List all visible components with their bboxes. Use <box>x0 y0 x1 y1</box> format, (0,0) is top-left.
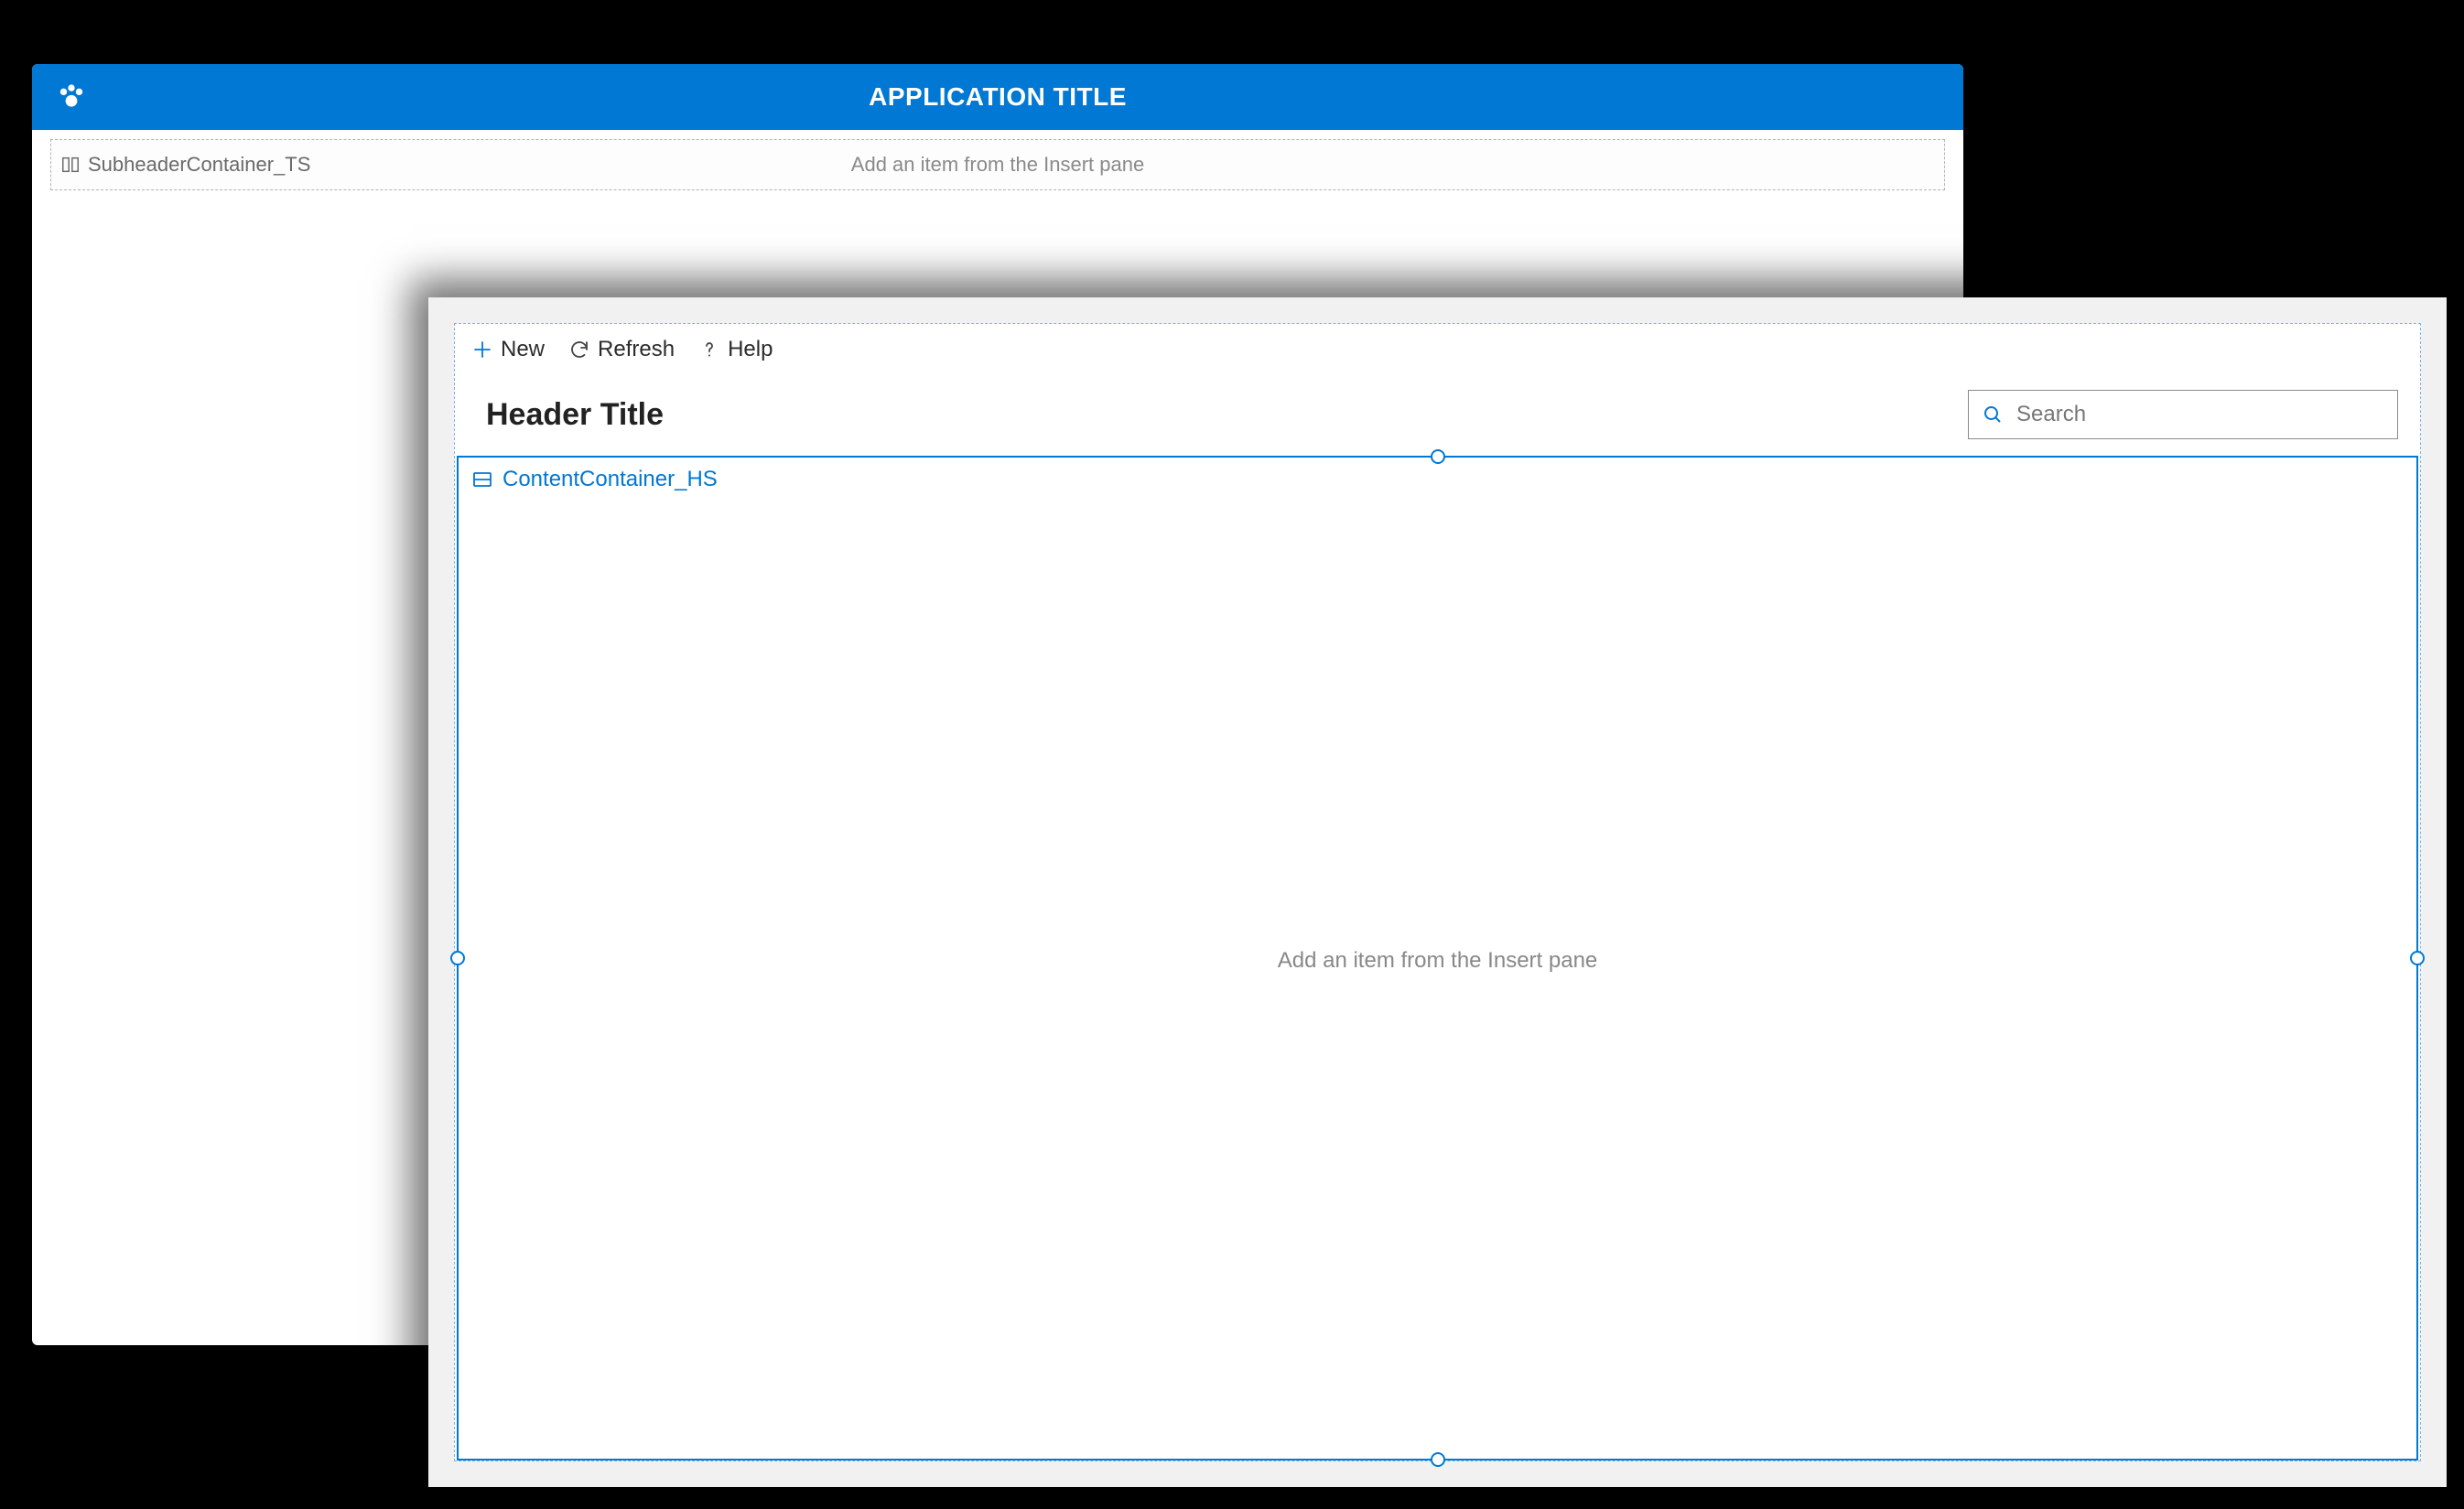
help-icon <box>698 339 720 361</box>
search-box[interactable] <box>1968 390 2398 439</box>
subheader-container[interactable]: SubheaderContainer_TS Add an item from t… <box>50 139 1945 190</box>
front-designer-window: New Refresh Help Header Title <box>428 297 2447 1487</box>
content-container-name: ContentContainer_HS <box>503 467 718 492</box>
subheader-hint: Add an item from the Insert pane <box>51 153 1944 177</box>
search-icon <box>1982 404 2004 426</box>
content-area: ContentContainer_HS Add an item from the… <box>455 456 2420 1460</box>
plus-icon <box>471 339 493 361</box>
content-container-selected[interactable]: ContentContainer_HS Add an item from the… <box>457 456 2418 1460</box>
resize-handle-right[interactable] <box>2410 951 2425 965</box>
content-container-hint: Add an item from the Insert pane <box>459 948 2416 974</box>
canvas: APPLICATION TITLE SubheaderContainer_TS … <box>0 0 2464 1509</box>
app-title-bar: APPLICATION TITLE <box>32 64 1963 130</box>
header-row: Header Title <box>455 368 2420 456</box>
resize-handle-bottom[interactable] <box>1431 1452 1445 1467</box>
page-header-title: Header Title <box>486 397 664 433</box>
resize-handle-left[interactable] <box>450 951 465 965</box>
help-label: Help <box>728 337 773 362</box>
new-label: New <box>501 337 545 362</box>
refresh-label: Refresh <box>598 337 675 362</box>
help-button[interactable]: Help <box>698 337 773 362</box>
screen-canvas[interactable]: New Refresh Help Header Title <box>454 323 2421 1461</box>
resize-handle-top[interactable] <box>1431 449 1445 464</box>
refresh-button[interactable]: Refresh <box>568 337 675 362</box>
search-input[interactable] <box>2015 401 2384 428</box>
row-container-icon <box>471 469 493 490</box>
refresh-icon <box>568 339 590 361</box>
command-bar: New Refresh Help <box>455 324 2420 368</box>
new-button[interactable]: New <box>471 337 545 362</box>
content-container-label: ContentContainer_HS <box>459 458 2416 501</box>
app-title: APPLICATION TITLE <box>32 82 1963 112</box>
